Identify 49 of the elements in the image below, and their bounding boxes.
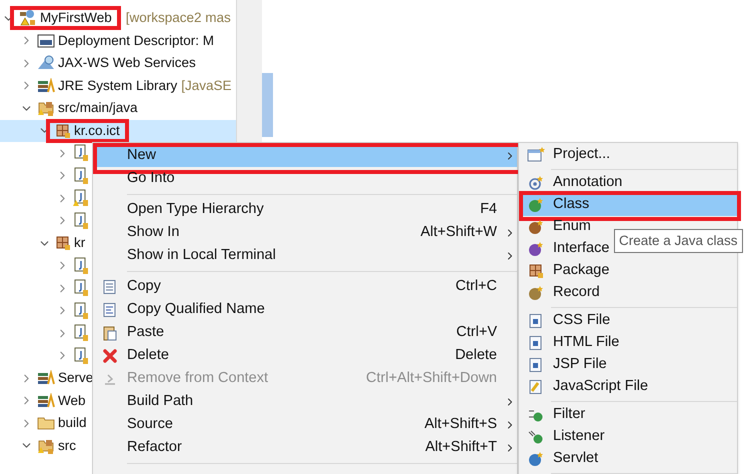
tree-label: kr	[74, 234, 86, 252]
shortcut-label: F4	[480, 200, 497, 219]
tree-suffix: [JavaSE	[181, 76, 232, 95]
tree-label: src	[58, 436, 76, 455]
menu-label: Source	[127, 414, 173, 434]
tree-label: Deployment Descriptor: M	[58, 32, 214, 50]
tree-label: JRE System Library	[58, 76, 178, 95]
menu-label: Delete	[127, 346, 169, 365]
menu-label: Remove from Context	[127, 368, 268, 388]
menu-label: HTML File	[553, 333, 620, 352]
tree-label: src/main/java	[58, 99, 138, 118]
menu-label: JSP File	[553, 355, 607, 374]
menu-label: Show in Local Terminal	[127, 246, 276, 265]
menu-label: Servlet	[553, 449, 598, 468]
menu-label: CSS File	[553, 311, 610, 330]
menu-label: Package	[553, 261, 610, 280]
menu-label: Interface	[553, 239, 610, 258]
tooltip: Create a Java class	[614, 229, 743, 253]
shortcut-label: Alt+Shift+S	[424, 414, 497, 434]
tree-label: build	[58, 414, 87, 432]
shortcut-label: Ctrl+C	[456, 276, 497, 296]
menu-label: Open Type Hierarchy	[127, 200, 264, 219]
tree-label: MyFirstWeb	[40, 9, 112, 28]
tree-label: Serve	[58, 369, 94, 388]
shortcut-label: Ctrl+V	[456, 322, 497, 342]
menu-label: Annotation	[553, 173, 622, 192]
tree-label: JAX-WS Web Services	[58, 54, 196, 72]
menu-label: Project...	[553, 145, 610, 164]
menu-label: Refactor	[127, 438, 182, 457]
menu-label: Record	[553, 283, 600, 302]
menu-label: Paste	[127, 322, 164, 342]
menu-label: Copy Qualified Name	[127, 300, 265, 319]
menu-label: New	[127, 146, 156, 165]
tree-suffix: [workspace2 mas	[126, 9, 231, 28]
shortcut-label: Ctrl+Alt+Shift+Down	[366, 368, 497, 388]
menu-label: Show In	[127, 222, 180, 242]
menu-label: Go Into	[127, 168, 175, 188]
menu-label: Enum	[553, 217, 591, 236]
menu-label: Class	[553, 195, 590, 214]
menu-label: Listener	[553, 427, 605, 446]
menu-label: Filter	[553, 405, 586, 424]
menu-label: Copy	[127, 276, 161, 296]
tree-label: kr.co.ict	[74, 122, 120, 140]
tree-label: Web	[58, 392, 86, 410]
shortcut-label: Alt+Shift+T	[425, 438, 497, 457]
menu-label: JavaScript File	[553, 377, 648, 396]
shortcut-label: Delete	[455, 346, 497, 365]
menu-label: Build Path	[127, 392, 194, 411]
shortcut-label: Alt+Shift+W	[420, 222, 497, 242]
